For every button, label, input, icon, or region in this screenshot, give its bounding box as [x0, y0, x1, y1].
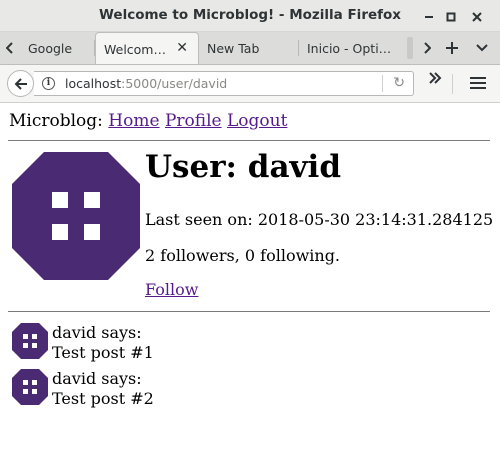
- toolbar-separator: [452, 74, 453, 94]
- tab-scroll-left-icon[interactable]: [0, 32, 20, 64]
- tab-inicio[interactable]: Inicio - Opti…: [299, 32, 403, 64]
- tab-label: New Tab: [207, 41, 260, 56]
- user-avatar: [12, 152, 140, 280]
- window-titlebar: Welcome to Microblog! - Mozilla Firefox: [0, 0, 500, 32]
- post-avatar: [12, 323, 48, 359]
- tab-strip: Google Welcom… ✕ New Tab Inicio - Opti…: [0, 32, 500, 65]
- tab-scroll-right-icon[interactable]: [417, 32, 437, 64]
- post-text: david says: Test post #2: [52, 369, 154, 409]
- divider: [8, 140, 490, 141]
- tab-edge: [403, 32, 417, 64]
- divider: [8, 311, 490, 312]
- tab-new-tab[interactable]: New Tab: [199, 32, 299, 64]
- url-path: :5000/user/david: [121, 76, 228, 91]
- reload-icon[interactable]: ↻: [393, 75, 405, 91]
- logout-link[interactable]: Logout: [227, 111, 287, 131]
- page-content: Microblog: Home Profile Logout User: dav…: [0, 103, 500, 473]
- page-title: User: david: [145, 149, 342, 185]
- post-body: Test post #2: [52, 389, 154, 408]
- tab-label: Welcom…: [104, 42, 166, 57]
- last-seen-text: Last seen on: 2018-05-30 23:14:31.284125: [145, 210, 494, 229]
- post-avatar: [12, 369, 48, 405]
- tab-label: Inicio - Opti…: [307, 41, 392, 56]
- new-tab-plus-icon[interactable]: [439, 32, 465, 64]
- post-author: david says:: [52, 369, 142, 388]
- home-link[interactable]: Home: [108, 111, 159, 131]
- profile-link[interactable]: Profile: [165, 111, 222, 131]
- overflow-chevrons-icon[interactable]: [428, 72, 442, 88]
- navigation-toolbar: i localhost:5000/user/david ↻: [0, 65, 500, 103]
- follow-counts-text: 2 followers, 0 following.: [145, 246, 341, 265]
- top-navigation: Microblog: Home Profile Logout: [9, 111, 287, 131]
- maximize-icon[interactable]: [441, 7, 461, 27]
- hamburger-menu-icon[interactable]: [470, 76, 486, 94]
- tab-label: Google: [28, 41, 73, 56]
- post-author: david says:: [52, 323, 142, 342]
- post-body: Test post #1: [52, 343, 154, 362]
- minimize-icon[interactable]: [419, 7, 439, 27]
- back-arrow-icon: [14, 77, 27, 90]
- back-button[interactable]: [7, 70, 34, 97]
- url-host: localhost: [65, 76, 122, 91]
- tab-google[interactable]: Google: [20, 32, 95, 64]
- url-text[interactable]: localhost:5000/user/david: [65, 76, 227, 91]
- close-tab-icon[interactable]: ✕: [176, 40, 188, 56]
- url-separator: [382, 75, 383, 92]
- tab-list-chevron-down-icon[interactable]: [470, 32, 494, 64]
- follow-link[interactable]: Follow: [145, 280, 198, 299]
- post-text: david says: Test post #1: [52, 323, 154, 363]
- brand-label: Microblog:: [9, 111, 103, 131]
- tab-welcome[interactable]: Welcom… ✕: [95, 32, 199, 64]
- site-info-icon[interactable]: i: [42, 77, 55, 90]
- url-bar[interactable]: i localhost:5000/user/david ↻: [34, 71, 414, 96]
- close-window-icon[interactable]: [467, 7, 487, 27]
